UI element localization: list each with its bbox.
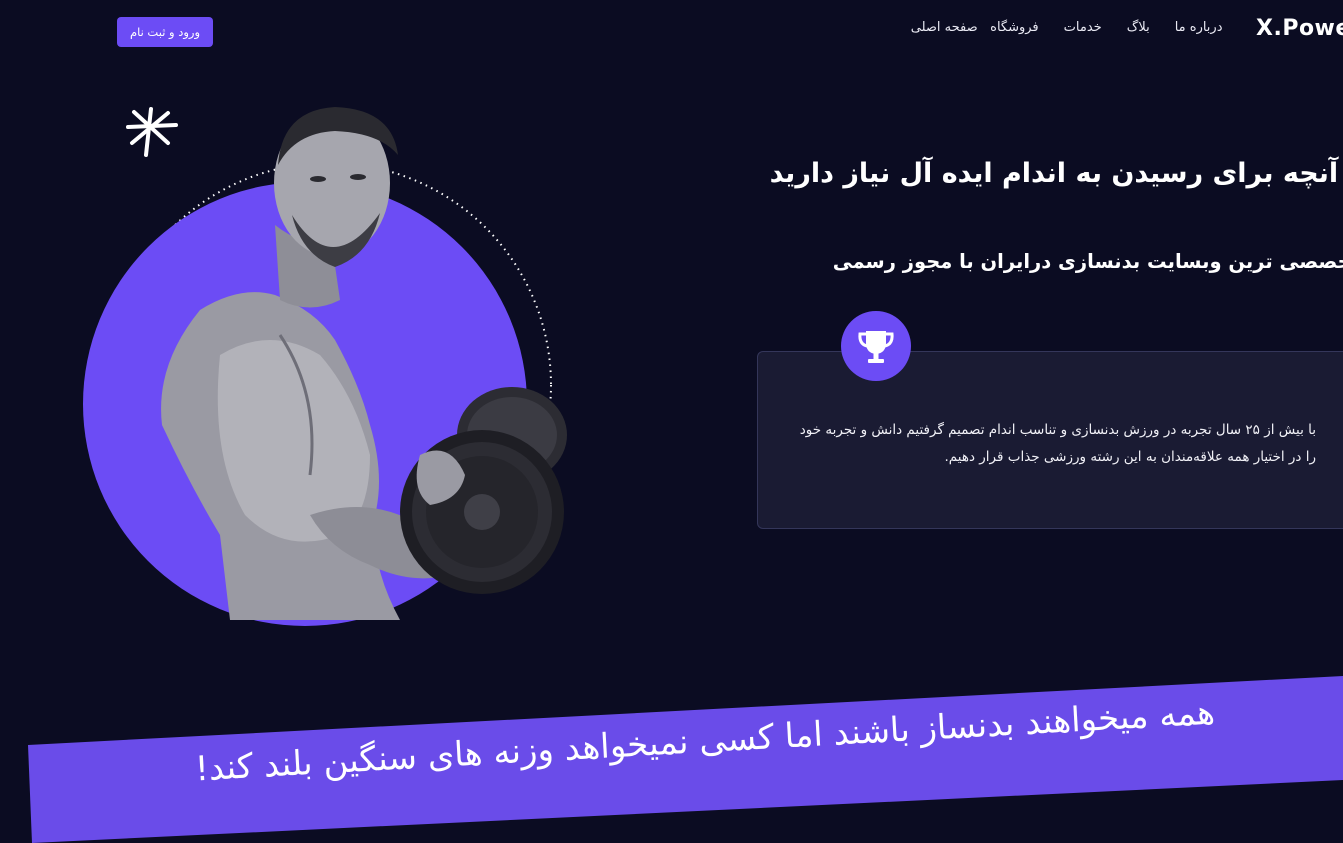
nav-item-about[interactable]: درباره ما [1162, 20, 1235, 35]
nav-item-home[interactable]: صفحه اصلی [898, 20, 978, 35]
hero-subheadline: تخصصی ترین وبسایت بدنسازی درایران با مجو… [832, 250, 1343, 273]
bodybuilder-image [83, 107, 567, 626]
hero-headline: هر آنچه برای رسیدن به اندام ایده آل نیاز… [769, 158, 1343, 189]
nav-item-shop[interactable]: فروشگاه [978, 20, 1052, 35]
site-logo[interactable]: X.Power [1256, 16, 1343, 41]
trophy-glyph [858, 331, 894, 363]
quote-banner-text: همه میخواهند بدنساز باشند اما کسی نمیخوا… [194, 692, 1216, 790]
experience-text: با بیش از ۲۵ سال تجربه در ورزش بدنسازی و… [799, 422, 1316, 465]
trophy-icon [841, 311, 911, 381]
login-register-button[interactable]: ورود و ثبت نام [117, 17, 213, 47]
nav-item-blog[interactable]: بلاگ [1114, 20, 1162, 35]
nav-item-services[interactable]: خدمات [1051, 20, 1114, 35]
main-nav: صفحه اصلی فروشگاه خدمات بلاگ درباره ما [898, 20, 1235, 35]
